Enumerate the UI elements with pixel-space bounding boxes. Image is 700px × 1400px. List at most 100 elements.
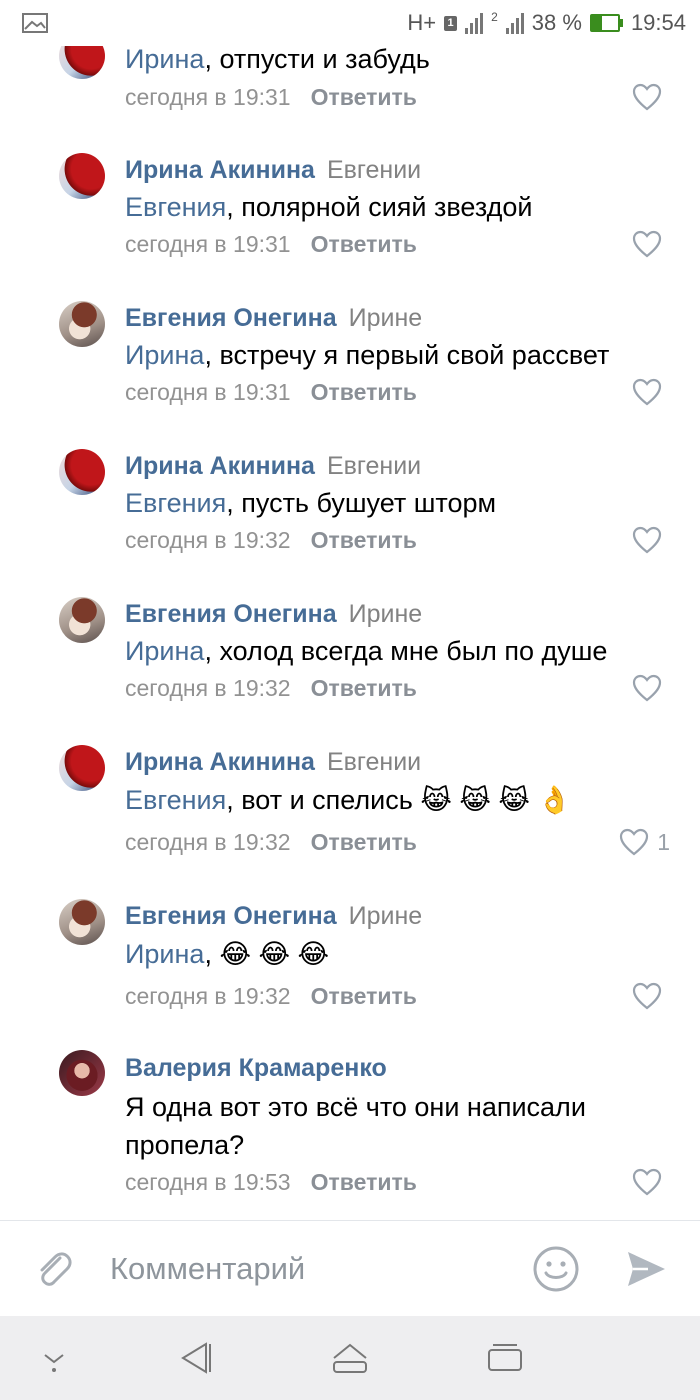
author-name[interactable]: Ирина Акинина <box>125 748 315 776</box>
comment-text: Ирина, встречу я первый свой рассвет <box>125 340 610 370</box>
mention-link[interactable]: Ирина <box>125 340 204 370</box>
reply-button[interactable]: Ответить <box>311 1169 417 1195</box>
reply-button[interactable]: Ответить <box>311 829 417 855</box>
author-name[interactable]: Евгения Онегина <box>125 902 337 930</box>
sim1-badge: 1 <box>444 15 458 31</box>
like-count: 1 <box>657 828 670 855</box>
author-name[interactable]: Евгения Онегина <box>125 304 337 332</box>
like-button[interactable] <box>632 378 670 406</box>
heart-icon <box>632 526 662 554</box>
comment-time: сегодня в 19:32 <box>125 527 291 553</box>
reply-button[interactable]: Ответить <box>311 379 417 405</box>
recents-icon[interactable] <box>486 1340 524 1376</box>
avatar[interactable] <box>59 46 105 79</box>
send-icon[interactable] <box>624 1247 668 1291</box>
comment-time: сегодня в 19:32 <box>125 829 291 855</box>
comment-meta: сегодня в 19:31 Ответить <box>125 229 417 259</box>
comment-meta: сегодня в 19:53 Ответить <box>125 1167 417 1197</box>
comment-time: сегодня в 19:31 <box>125 379 291 405</box>
like-button[interactable] <box>632 526 670 554</box>
heart-icon <box>632 83 662 111</box>
addressee-name[interactable]: Евгении <box>327 156 421 184</box>
mention-link[interactable]: Ирина <box>125 636 204 666</box>
comment-item: Евгения Онегина Ирине Ирина, 😂 😂 😂 сегодн… <box>0 896 700 1050</box>
reply-button[interactable]: Ответить <box>311 527 417 553</box>
comment-time: сегодня в 19:53 <box>125 1169 291 1195</box>
mention-link[interactable]: Ирина <box>125 939 204 969</box>
comment-meta: сегодня в 19:32 Ответить <box>125 673 417 703</box>
comment-header: Евгения Онегина Ирине <box>125 302 422 334</box>
heart-icon <box>632 230 662 258</box>
image-icon <box>22 13 48 33</box>
comment-composer: Комментарий <box>0 1220 700 1316</box>
reply-button[interactable]: Ответить <box>311 983 417 1009</box>
comment-item: Ирина Акинина Евгении Евгения, вот и спел… <box>0 742 700 896</box>
author-name[interactable]: Валерия Крамаренко <box>125 1054 387 1082</box>
avatar[interactable] <box>59 449 105 495</box>
back-icon[interactable] <box>178 1340 212 1376</box>
comment-header: Евгения Онегина Ирине <box>125 598 422 630</box>
comment-input[interactable]: Комментарий <box>110 1251 305 1287</box>
comment-text: Ирина, 😂 😂 😂 <box>125 939 330 969</box>
author-name[interactable]: Евгения Онегина <box>125 600 337 628</box>
mention-link[interactable]: Ирина <box>125 46 204 74</box>
like-button[interactable] <box>632 674 670 702</box>
clock: 19:54 <box>630 10 686 35</box>
comment-text: Ирина, холод всегда мне был по душе <box>125 636 608 666</box>
avatar[interactable] <box>59 1050 105 1096</box>
hide-keyboard-icon[interactable] <box>40 1350 68 1374</box>
addressee-name[interactable]: Евгении <box>327 748 421 776</box>
emoji-icon[interactable] <box>532 1245 580 1293</box>
addressee-name[interactable]: Ирине <box>349 902 423 930</box>
comment-header: Ирина Акинина Евгении <box>125 746 421 778</box>
network-type: H+ <box>407 10 437 35</box>
avatar[interactable] <box>59 745 105 791</box>
reply-button[interactable]: Ответить <box>311 84 417 110</box>
like-button[interactable] <box>632 230 670 258</box>
avatar[interactable] <box>59 899 105 945</box>
comment-text: Евгения, пусть бушует шторм <box>125 488 497 518</box>
comment-time: сегодня в 19:31 <box>125 84 291 110</box>
addressee-name[interactable]: Ирине <box>349 600 423 628</box>
comment-header: Ирина Акинина Евгении <box>125 154 421 186</box>
comment-time: сегодня в 19:32 <box>125 675 291 701</box>
heart-icon <box>632 982 662 1010</box>
comment-meta: сегодня в 19:32 Ответить <box>125 827 417 857</box>
avatar[interactable] <box>59 301 105 347</box>
sim2-label: 2 <box>491 10 498 24</box>
author-name[interactable]: Ирина Акинина <box>125 452 315 480</box>
home-icon[interactable] <box>330 1340 370 1376</box>
like-button[interactable]: 1 <box>619 828 670 856</box>
comment-text: Евгения, вот и спелись 😹 😹 😹 👌 <box>125 785 572 815</box>
comment-item: Ирина Акинина Евгении Евгения, пусть бушу… <box>0 446 700 594</box>
addressee-name[interactable]: Евгении <box>327 452 421 480</box>
comment-meta: сегодня в 19:31 Ответить <box>125 377 417 407</box>
comment-header: Ирина Акинина Евгении <box>125 450 421 482</box>
battery-charging-icon <box>589 14 623 32</box>
mention-link[interactable]: Евгения <box>125 192 226 222</box>
comment-header: Валерия Крамаренко <box>125 1052 399 1084</box>
avatar[interactable] <box>59 153 105 199</box>
comment-time: сегодня в 19:31 <box>125 231 291 257</box>
comment-item: Валерия Крамаренко Я одна вот это всё чт… <box>0 1050 700 1220</box>
comment-meta: сегодня в 19:32 Ответить <box>125 525 417 555</box>
like-button[interactable] <box>632 1168 670 1196</box>
like-button[interactable] <box>632 83 670 111</box>
comment-time: сегодня в 19:32 <box>125 983 291 1009</box>
comment-header: Евгения Онегина Ирине <box>125 900 422 932</box>
mention-link[interactable]: Евгения <box>125 488 226 518</box>
like-button[interactable] <box>632 982 670 1010</box>
mention-link[interactable]: Евгения <box>125 785 226 815</box>
comment-meta: сегодня в 19:31 Ответить <box>125 82 417 112</box>
battery-percent: 38 % <box>531 10 582 35</box>
system-nav-bar <box>0 1316 700 1400</box>
paperclip-icon[interactable] <box>33 1249 75 1291</box>
comments-feed[interactable]: Ирина, отпусти и забудь сегодня в 19:31 О… <box>0 46 700 1220</box>
author-name[interactable]: Ирина Акинина <box>125 156 315 184</box>
avatar[interactable] <box>59 597 105 643</box>
addressee-name[interactable]: Ирине <box>349 304 423 332</box>
comment-text: Ирина, отпусти и забудь <box>125 46 430 74</box>
reply-button[interactable]: Ответить <box>311 231 417 257</box>
reply-button[interactable]: Ответить <box>311 675 417 701</box>
comment-item: Ирина Акинина Евгении Евгения, полярной с… <box>0 150 700 298</box>
